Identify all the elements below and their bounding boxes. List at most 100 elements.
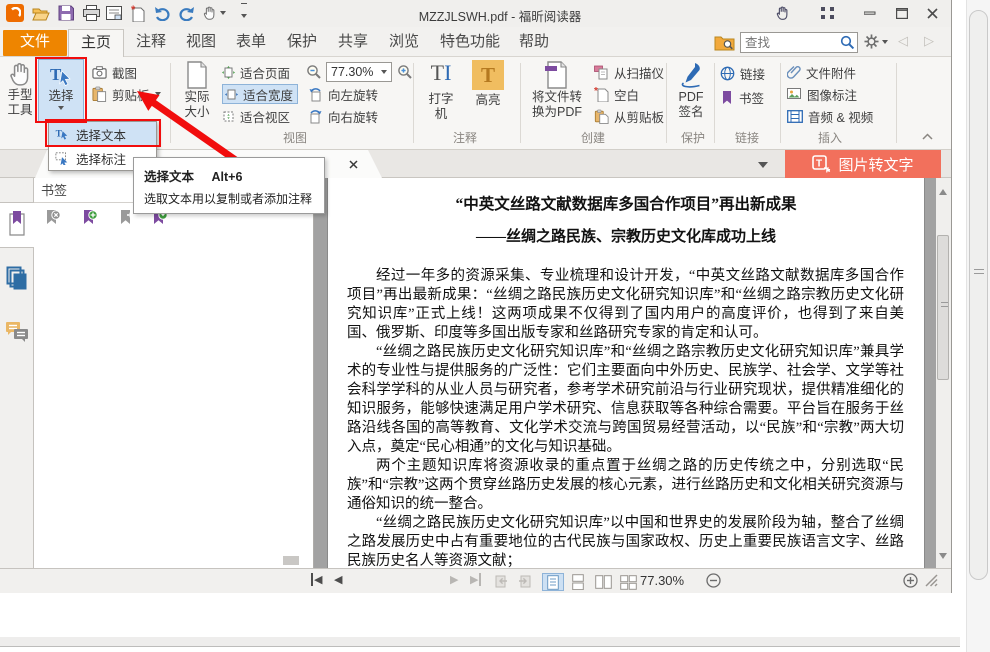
single-page-view-button[interactable] [542, 573, 564, 591]
image-annotation-button[interactable]: 图像标注 [787, 84, 857, 104]
menu-item-select-text[interactable]: T 选择文本 [49, 122, 156, 146]
blank-page-button[interactable]: * 空白 [594, 84, 639, 104]
find-magnifier-icon[interactable] [840, 35, 855, 50]
link-button[interactable]: 链接 [720, 63, 765, 83]
qat-more-icon[interactable] [233, 3, 255, 23]
save-icon[interactable] [55, 3, 77, 23]
gear-icon[interactable] [864, 34, 879, 49]
foxit-logo-icon[interactable] [4, 3, 26, 23]
close-button[interactable] [920, 4, 944, 22]
from-scanner-button[interactable]: 从扫描仪 [594, 62, 664, 82]
fit-visible-label: 适合视区 [240, 107, 290, 126]
scanner-icon [594, 65, 609, 80]
new-document-icon[interactable]: * [127, 3, 149, 23]
scroll-down-icon[interactable] [939, 546, 947, 564]
find-settings[interactable] [864, 34, 888, 49]
file-attachment-button[interactable]: 文件附件 [787, 62, 856, 82]
minimize-button[interactable] [858, 4, 882, 22]
continuous-facing-view-button[interactable] [617, 573, 639, 591]
page-scrollbar-thumb[interactable] [969, 10, 988, 580]
find-next-icon[interactable]: ▷ [924, 33, 934, 49]
next-page-button[interactable]: ▶ [450, 573, 458, 586]
tab-form[interactable]: 表单 [224, 29, 278, 57]
zoom-out-icon[interactable] [306, 64, 322, 80]
audio-video-button[interactable]: 音频 & 视频 [787, 106, 873, 126]
image-to-text-button[interactable]: TT 图片转文字 [785, 150, 941, 178]
previous-page-button[interactable]: ◀ [334, 573, 342, 586]
bookmark-button[interactable]: 书签 [720, 87, 764, 107]
from-clipboard-button[interactable]: 从剪贴板 [594, 106, 664, 126]
scroll-up-icon[interactable] [939, 182, 947, 200]
image-annotation-icon [787, 87, 802, 101]
zoom-combo[interactable]: 77.30% [326, 62, 392, 82]
typewriter-button[interactable]: TI 打字机 [420, 60, 462, 122]
gear-caret-icon[interactable] [882, 40, 888, 44]
document-scrollbar[interactable] [936, 178, 951, 568]
arrange-windows-icon[interactable] [815, 4, 839, 22]
convert-to-pdf-button[interactable]: 将文件转换为PDF [526, 60, 588, 120]
find-input[interactable] [741, 36, 840, 50]
print-icon[interactable] [80, 3, 102, 23]
zoom-in-icon[interactable] [397, 64, 413, 80]
zoom-value: 77.30% [331, 65, 373, 79]
highlight-icon: T [472, 60, 504, 90]
page-scrollbar[interactable] [966, 0, 990, 652]
layers-panel-icon[interactable] [6, 266, 29, 291]
pdf-page[interactable]: “中英文丝路文献数据库多国合作项目”再出新成果 ——丝绸之路民族、宗教历史文化库… [327, 178, 925, 568]
comments-panel-icon[interactable] [5, 320, 30, 344]
document-scrollbar-thumb[interactable] [937, 235, 949, 380]
tab-share[interactable]: 共享 [326, 29, 380, 57]
fit-width-button[interactable]: 适合宽度 [222, 84, 298, 104]
select-tool-button[interactable]: T 选择 [38, 59, 84, 123]
previous-view-icon[interactable] [494, 573, 510, 589]
collapse-ribbon-icon[interactable] [922, 133, 933, 140]
tab-features[interactable]: 特色功能 [428, 29, 512, 57]
redo-icon[interactable] [175, 3, 197, 23]
tab-close-icon[interactable] [349, 160, 358, 169]
document-note-icon[interactable] [103, 3, 125, 23]
document-subtitle: ——丝绸之路民族、宗教历史文化库成功上线 [328, 225, 924, 246]
tab-browse[interactable]: 浏览 [377, 29, 431, 57]
last-page-button[interactable]: ▶ [470, 573, 481, 586]
tab-view[interactable]: 视图 [174, 29, 228, 57]
pdf-sign-button[interactable]: PDF签名 [670, 60, 712, 120]
open-folder-icon[interactable] [30, 3, 52, 23]
next-view-icon[interactable] [516, 573, 532, 589]
status-zoom-in-icon[interactable] [903, 573, 918, 588]
hand-tool-button[interactable]: 手型工具 [3, 60, 37, 118]
fit-visible-button[interactable]: 适合视区 [222, 106, 290, 126]
resize-grip-icon[interactable] [924, 573, 938, 587]
share-hand-icon[interactable] [770, 4, 794, 22]
find-prev-icon[interactable]: ◁ [898, 33, 908, 49]
document-paragraph: “丝绸之路民族历史文化研究知识库”以中国和世界史的发展阶段为轴，整合了丝绸之路发… [347, 514, 904, 568]
hand-pointer-icon[interactable] [199, 3, 229, 23]
delete-bookmark-icon[interactable] [43, 209, 62, 228]
rotate-left-label: 向左旋转 [328, 85, 378, 104]
continuous-view-button[interactable] [567, 573, 589, 591]
tab-home[interactable]: 主页 [68, 29, 124, 57]
page-horizontal-bar[interactable] [0, 637, 960, 647]
maximize-button[interactable] [890, 4, 914, 22]
rotate-right-button[interactable]: 向右旋转 [308, 106, 378, 126]
tab-list-caret-icon[interactable] [758, 162, 768, 168]
fit-page-button[interactable]: 适合页面 [222, 62, 290, 82]
rotate-left-button[interactable]: 向左旋转 [308, 84, 378, 104]
bookmark-panel-icon[interactable] [7, 210, 27, 236]
tab-protect[interactable]: 保护 [275, 29, 329, 57]
facing-view-button[interactable] [592, 573, 614, 591]
undo-icon[interactable] [151, 3, 173, 23]
first-page-button[interactable]: ◀ [311, 573, 322, 586]
add-bookmark-icon[interactable] [80, 209, 99, 228]
search-in-folder-icon[interactable] [714, 33, 735, 51]
tab-comment[interactable]: 注释 [124, 29, 178, 57]
clipboard-button[interactable]: 剪贴板 [92, 84, 161, 104]
actual-size-button[interactable]: 实际大小 [176, 60, 218, 120]
link-label: 链接 [740, 64, 765, 83]
status-zoom-out-icon[interactable] [706, 573, 721, 588]
highlight-button[interactable]: T 高亮 [468, 60, 508, 108]
snapshot-button[interactable]: 截图 [92, 62, 137, 82]
tab-help[interactable]: 帮助 [507, 29, 561, 57]
panel-scrollbar-thumb[interactable] [283, 556, 299, 565]
tab-file[interactable]: 文件 [3, 30, 67, 56]
find-box [740, 32, 858, 53]
